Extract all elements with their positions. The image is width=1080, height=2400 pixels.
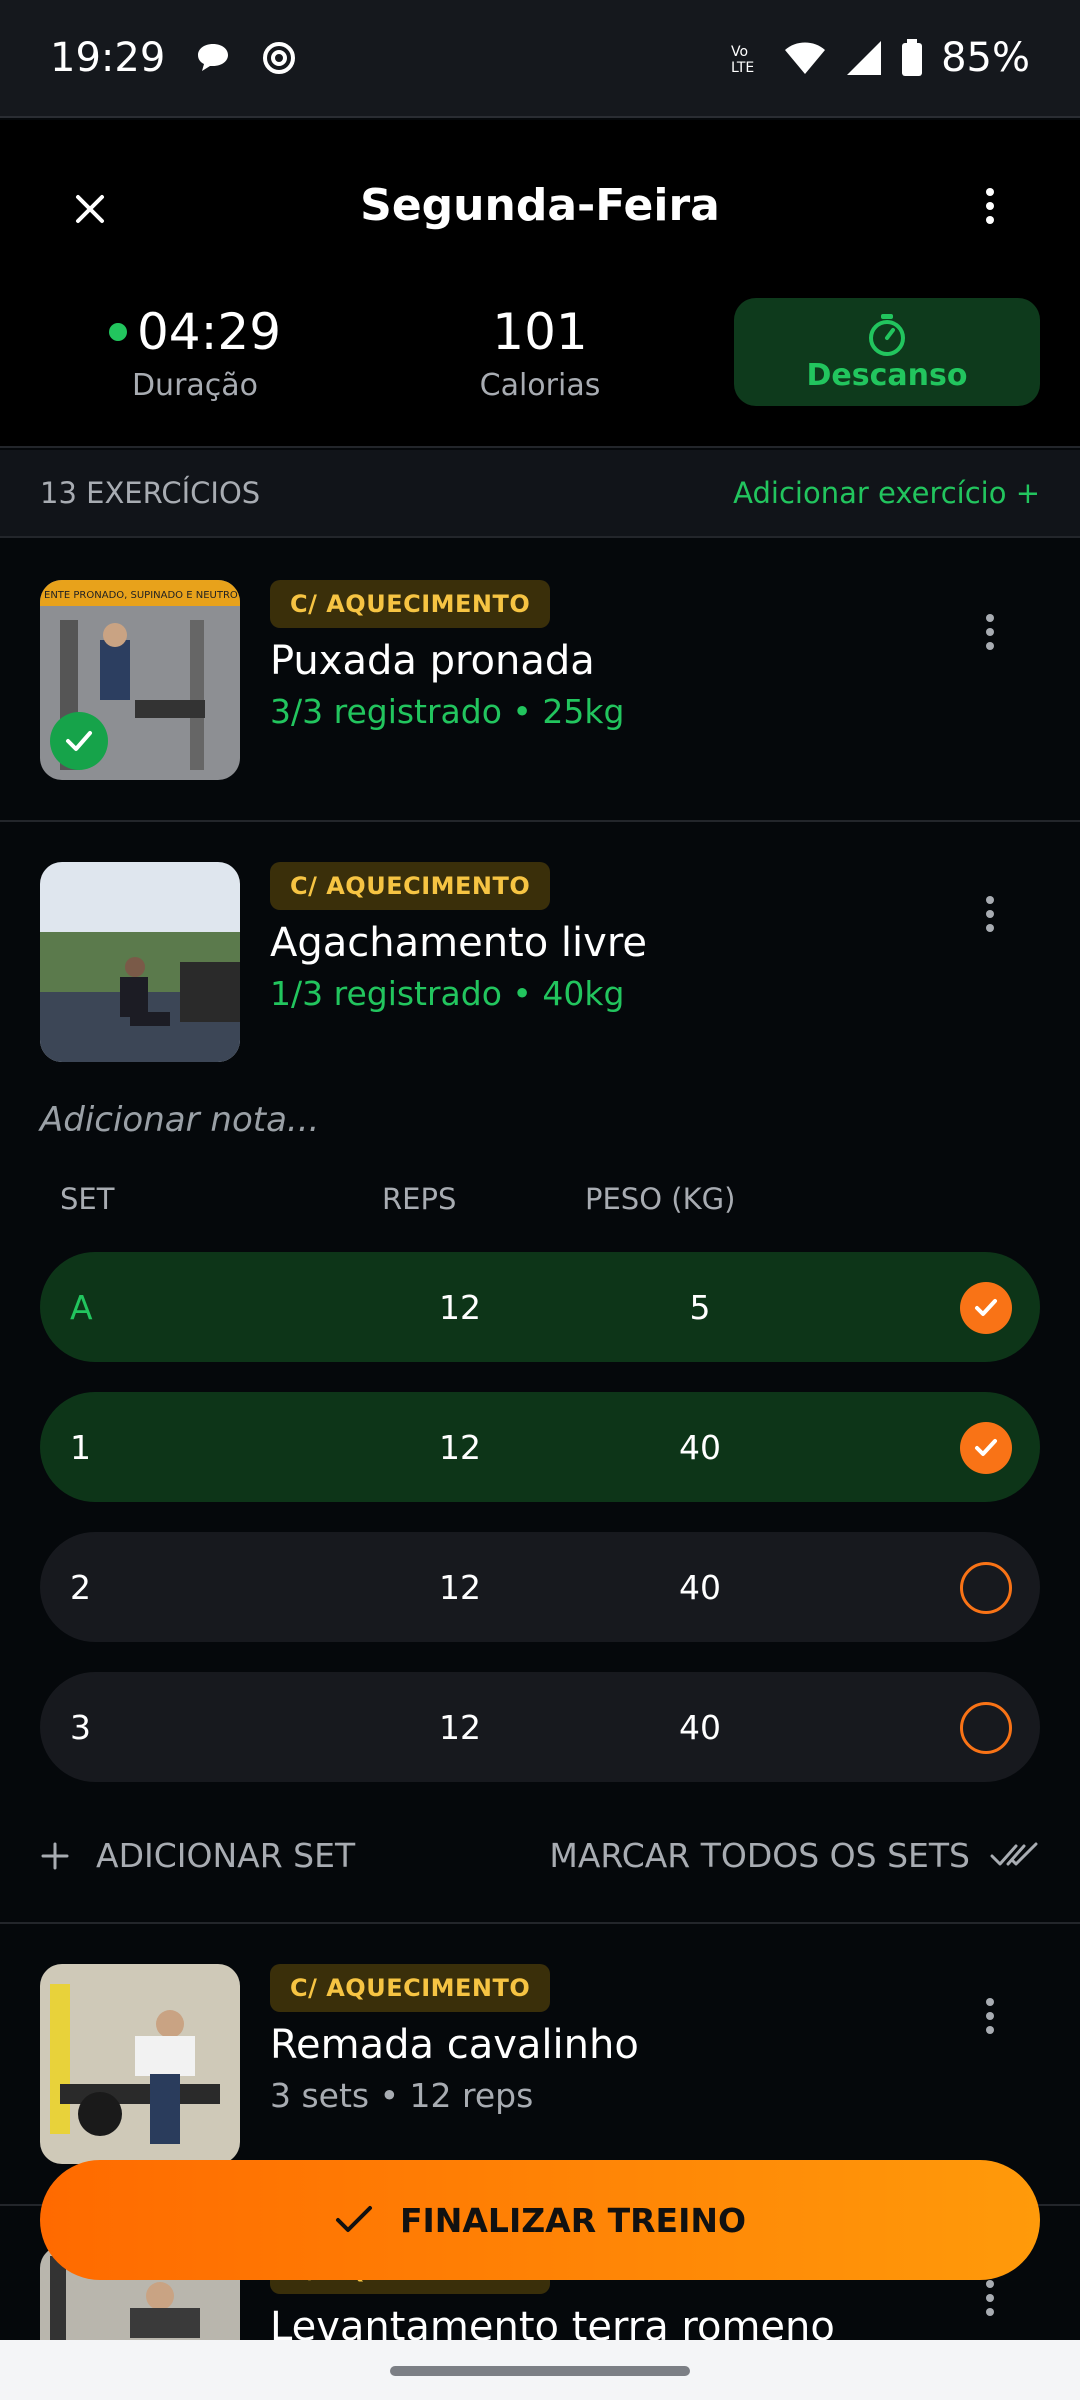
live-dot xyxy=(108,323,127,341)
home-gesture-handle[interactable] xyxy=(390,2366,690,2376)
set-row[interactable]: 1 12 40 xyxy=(40,1392,1040,1502)
rest-timer-button[interactable]: Descanso xyxy=(734,298,1040,406)
exercise-more-button[interactable] xyxy=(972,2274,1008,2322)
more-vertical-icon xyxy=(986,188,994,224)
exercise-name: Puxada pronada xyxy=(270,638,595,684)
status-bar: 19:29 Vo LTE 85% xyxy=(0,0,1080,118)
set-checkbox[interactable] xyxy=(960,1562,1012,1614)
column-header-set: SET xyxy=(60,1182,115,1216)
calories-stat: 101 Calorias xyxy=(440,300,640,403)
finish-workout-button[interactable]: FINALIZAR TREINO xyxy=(40,2160,1040,2280)
warmup-tag: C/ AQUECIMENTO xyxy=(270,1964,551,2012)
exercise-more-button[interactable] xyxy=(972,890,1008,938)
mark-all-sets-button[interactable]: MARCAR TODOS OS SETS xyxy=(549,1836,1040,1875)
thumbnail-caption: ENTE PRONADO, SUPINADO E NEUTRO xyxy=(44,590,238,601)
exercise-thumbnail: ENTE PRONADO, SUPINADO E NEUTRO xyxy=(40,580,240,780)
rest-label: Descanso xyxy=(806,357,968,393)
exercise-card[interactable]: ENTE PRONADO, SUPINADO E NEUTRO C/ AQUEC… xyxy=(0,540,1080,822)
set-checkbox[interactable] xyxy=(960,1702,1012,1754)
set-checkbox[interactable] xyxy=(960,1422,1012,1474)
more-vertical-icon xyxy=(986,2280,994,2316)
header-more-button[interactable] xyxy=(970,182,1010,230)
set-reps[interactable]: 12 xyxy=(40,1708,540,1747)
cell-signal-icon xyxy=(845,39,883,77)
set-row[interactable]: A 12 5 xyxy=(40,1252,1040,1362)
check-icon xyxy=(975,1299,997,1316)
more-vertical-icon xyxy=(986,614,994,650)
more-vertical-icon xyxy=(986,1998,994,2034)
double-check-icon xyxy=(990,1842,1038,1865)
column-header-peso: PESO (KG) xyxy=(585,1182,736,1216)
add-set-label: ADICIONAR SET xyxy=(96,1836,356,1875)
completed-badge xyxy=(50,712,108,770)
gesture-nav-bar xyxy=(0,2340,1080,2400)
set-reps[interactable]: 12 xyxy=(40,1428,540,1467)
duration-label: Duração xyxy=(131,368,259,403)
more-vertical-icon xyxy=(986,896,994,932)
set-checkbox[interactable] xyxy=(960,1282,1012,1334)
exercise-count: 13 EXERCÍCIOS xyxy=(40,476,261,510)
stopwatch-icon xyxy=(869,313,905,356)
add-set-button[interactable]: ADICIONAR SET xyxy=(40,1836,355,1875)
check-icon xyxy=(66,731,92,751)
svg-text:Vo: Vo xyxy=(731,44,748,60)
check-icon xyxy=(975,1439,997,1456)
exercise-name: Remada cavalinho xyxy=(270,2022,639,2068)
exercise-thumbnail xyxy=(40,1964,240,2164)
warmup-tag: C/ AQUECIMENTO xyxy=(270,862,551,910)
status-time: 19:29 xyxy=(50,35,166,81)
weight-text: • 40kg xyxy=(512,974,625,1013)
exercise-summary: 3 sets • 12 reps xyxy=(270,2076,534,2115)
set-weight[interactable]: 5 xyxy=(600,1288,800,1327)
exercises-bar: 13 EXERCÍCIOS Adicionar exercício + xyxy=(0,450,1080,538)
set-reps[interactable]: 12 xyxy=(40,1568,540,1607)
set-weight[interactable]: 40 xyxy=(600,1428,800,1467)
add-exercise-button[interactable]: Adicionar exercício + xyxy=(733,476,1040,510)
duration-value: 04:29 xyxy=(136,303,282,361)
battery-percent: 85% xyxy=(941,35,1030,81)
exercise-thumbnail xyxy=(40,862,240,1062)
set-weight[interactable]: 40 xyxy=(600,1568,800,1607)
note-input[interactable]: Adicionar nota... xyxy=(40,1100,319,1140)
wifi-icon xyxy=(783,40,827,76)
set-reps[interactable]: 12 xyxy=(40,1288,540,1327)
weight-text: • 25kg xyxy=(512,692,625,731)
battery-icon xyxy=(901,39,923,77)
exercise-more-button[interactable] xyxy=(972,1992,1008,2040)
svg-text:LTE: LTE xyxy=(731,60,754,76)
chat-notification-icon xyxy=(195,41,231,75)
progress-text: 1/3 registrado xyxy=(270,974,502,1013)
volte-icon: Vo LTE xyxy=(729,40,765,76)
exercise-name: Agachamento livre xyxy=(270,920,647,966)
set-weight[interactable]: 40 xyxy=(600,1708,800,1747)
camera-notification-icon xyxy=(261,40,297,76)
exercise-progress: 1/3 registrado • 40kg xyxy=(270,974,624,1013)
calories-label: Calorias xyxy=(479,368,601,403)
progress-text: 3/3 registrado xyxy=(270,692,502,731)
plus-icon xyxy=(41,1842,69,1869)
duration-stat: 04:29 Duração xyxy=(90,300,300,403)
warmup-tag: C/ AQUECIMENTO xyxy=(270,580,551,628)
calories-value: 101 xyxy=(492,303,588,361)
set-actions: ADICIONAR SET MARCAR TODOS OS SETS xyxy=(40,1830,1040,1890)
exercise-more-button[interactable] xyxy=(972,608,1008,656)
page-title: Segunda-Feira xyxy=(360,180,720,231)
set-row[interactable]: 3 12 40 xyxy=(40,1672,1040,1782)
exercise-progress: 3/3 registrado • 25kg xyxy=(270,692,624,731)
check-icon xyxy=(335,2206,372,2232)
column-header-reps: REPS xyxy=(382,1182,457,1216)
mark-all-label: MARCAR TODOS OS SETS xyxy=(549,1836,970,1875)
set-row[interactable]: 2 12 40 xyxy=(40,1532,1040,1642)
exercise-name: Levantamento terra romeno xyxy=(270,2304,835,2340)
finish-label: FINALIZAR TREINO xyxy=(399,2200,747,2240)
